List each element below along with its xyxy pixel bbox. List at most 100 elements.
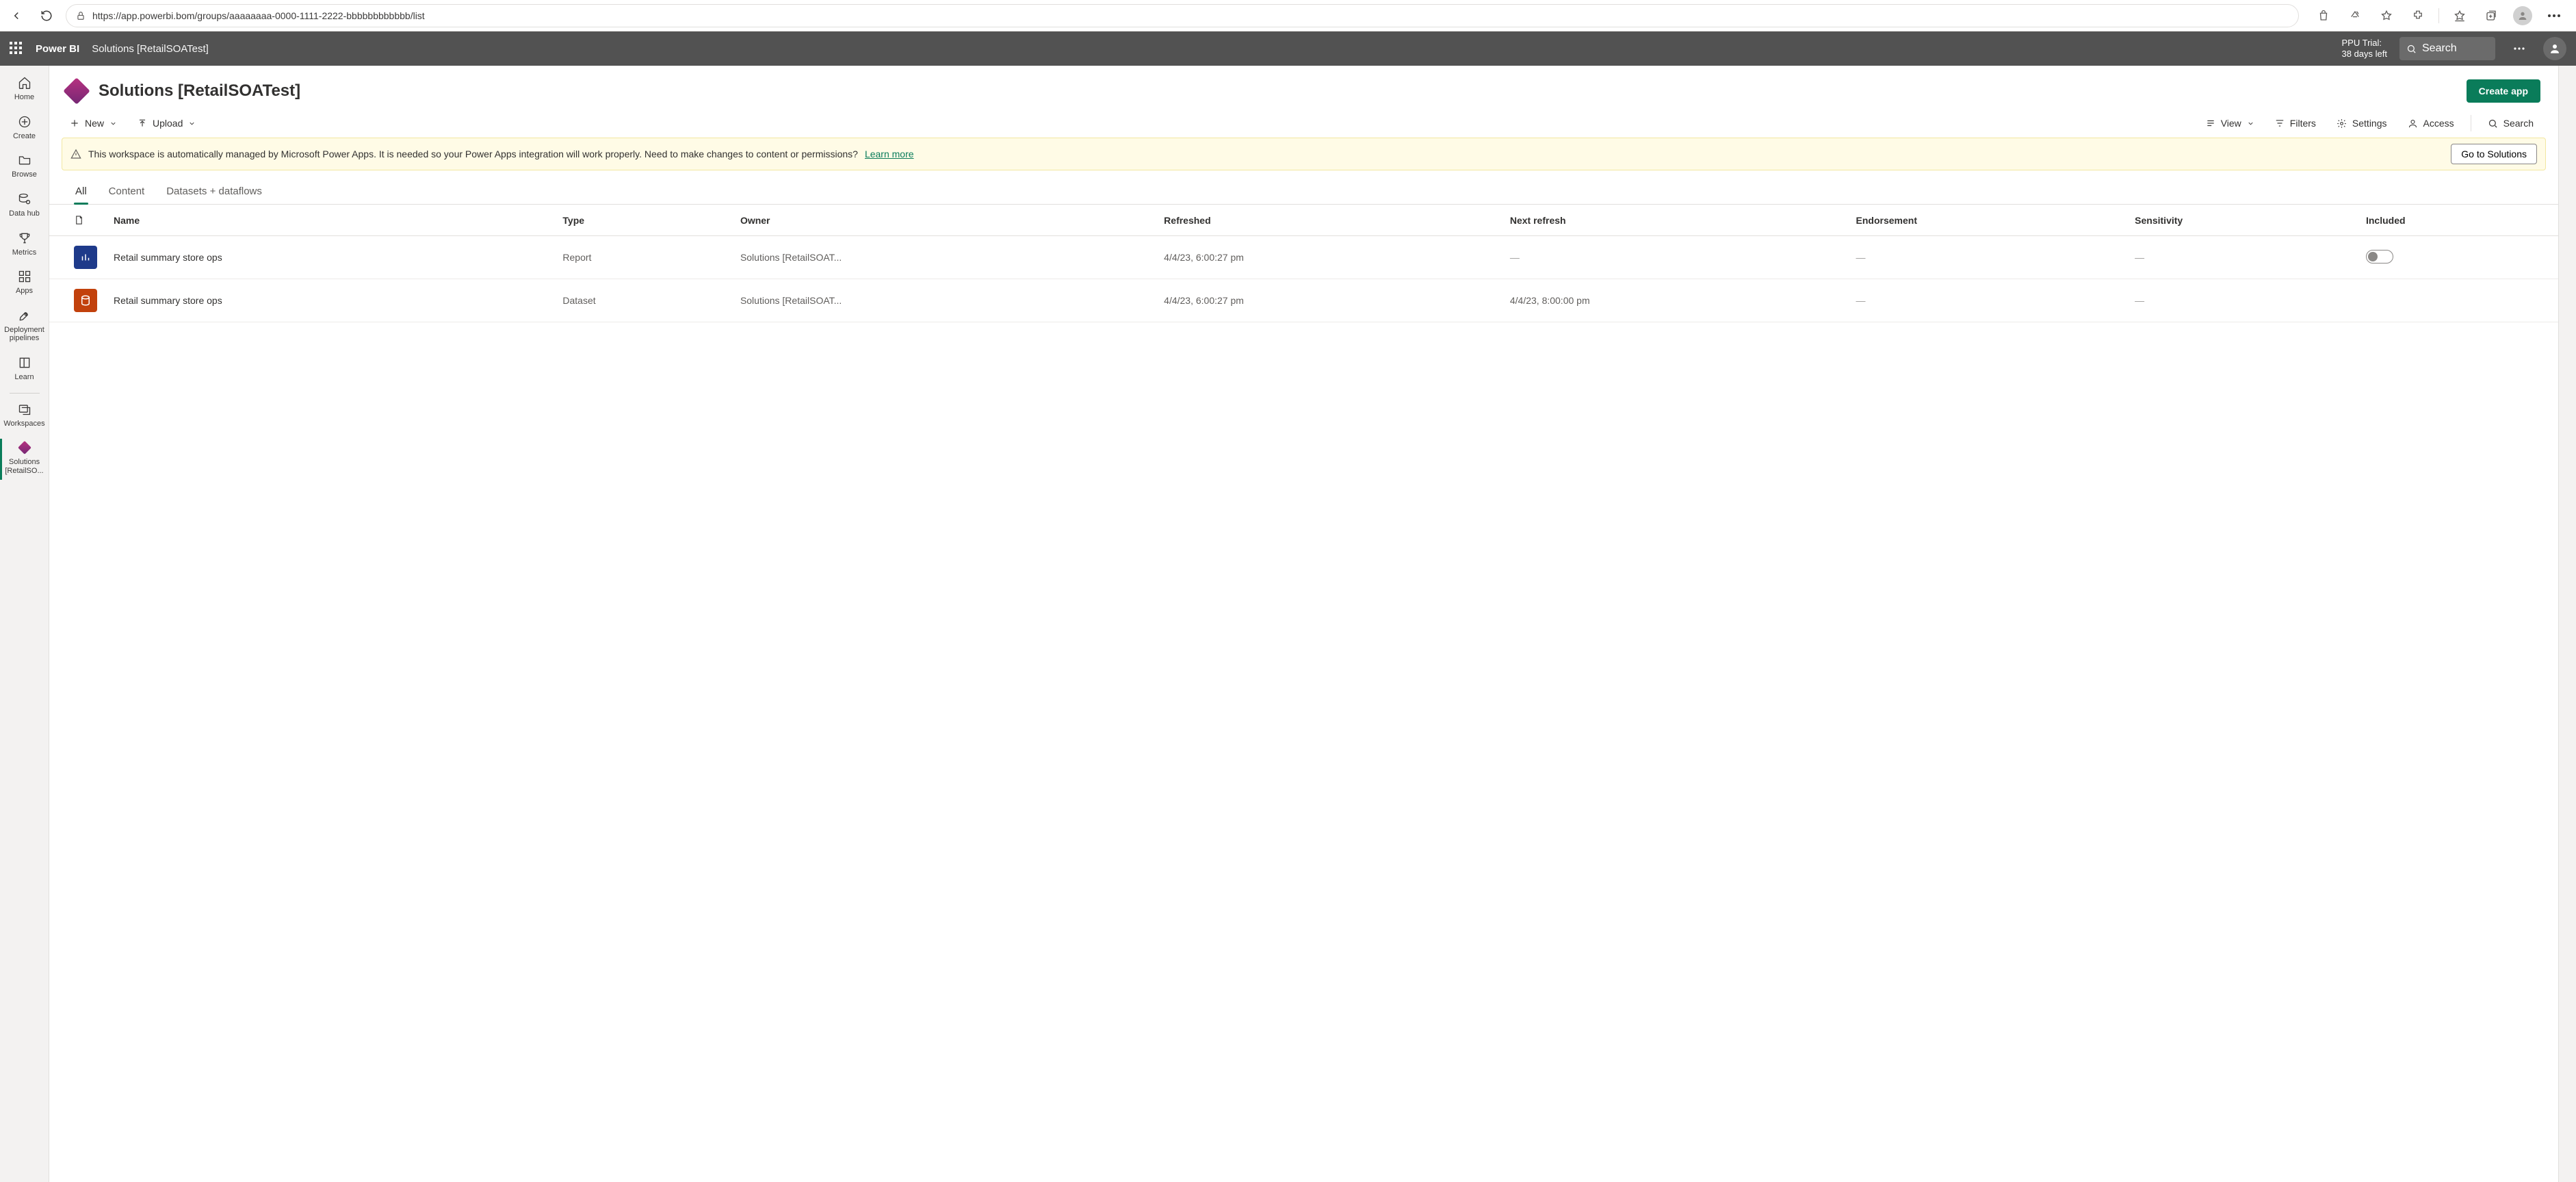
col-owner[interactable]: Owner xyxy=(732,205,1156,236)
col-included[interactable]: Included xyxy=(2358,205,2558,236)
col-name[interactable]: Name xyxy=(105,205,554,236)
tab-all[interactable]: All xyxy=(74,180,88,204)
chevron-down-icon xyxy=(188,120,196,127)
trophy-icon xyxy=(18,231,31,245)
header-more-button[interactable] xyxy=(2508,37,2531,60)
cell-next: — xyxy=(1502,236,1848,279)
cell-type: Dataset xyxy=(554,279,732,322)
col-icon[interactable] xyxy=(49,205,105,236)
profile-icon[interactable] xyxy=(2512,5,2534,27)
database-icon xyxy=(18,192,31,206)
collections-icon[interactable] xyxy=(2480,5,2502,27)
view-button[interactable]: View xyxy=(2199,114,2261,133)
cell-refreshed: 4/4/23, 6:00:27 pm xyxy=(1156,236,1502,279)
extensions-icon[interactable] xyxy=(2407,5,2429,27)
cell-sensitivity: — xyxy=(2126,279,2358,322)
tab-bar: All Content Datasets + dataflows xyxy=(49,170,2558,205)
nav-data-hub[interactable]: Data hub xyxy=(0,188,49,225)
brand-label: Power BI xyxy=(36,43,79,55)
content-table: Name Type Owner Refreshed Next refresh E… xyxy=(49,205,2558,322)
workspace-diamond-icon xyxy=(18,441,31,455)
cell-included xyxy=(2358,236,2558,279)
nav-browse[interactable]: Browse xyxy=(0,149,49,186)
cell-type: Report xyxy=(554,236,732,279)
included-toggle[interactable] xyxy=(2366,250,2393,264)
filter-icon xyxy=(2275,118,2285,128)
chevron-down-icon xyxy=(109,120,117,127)
favorites-bar-icon[interactable] xyxy=(2449,5,2471,27)
user-avatar[interactable] xyxy=(2543,37,2566,60)
chevron-down-icon xyxy=(2247,120,2254,127)
col-next-refresh[interactable]: Next refresh xyxy=(1502,205,1848,236)
main-content: Solutions [RetailSOATest] Create app New… xyxy=(49,66,2558,1182)
tab-content[interactable]: Content xyxy=(107,180,146,204)
list-search-button[interactable]: Search xyxy=(2481,114,2540,133)
nav-workspaces[interactable]: Workspaces xyxy=(0,398,49,435)
nav-learn[interactable]: Learn xyxy=(0,351,49,389)
shopping-icon[interactable] xyxy=(2313,5,2334,27)
settings-button[interactable]: Settings xyxy=(2330,114,2394,133)
tab-datasets[interactable]: Datasets + dataflows xyxy=(165,180,263,204)
cell-next: 4/4/23, 8:00:00 pm xyxy=(1502,279,1848,322)
more-icon[interactable] xyxy=(2543,5,2565,27)
folder-icon xyxy=(18,153,31,167)
cell-endorsement: — xyxy=(1848,279,2127,322)
cell-name: Retail summary store ops xyxy=(105,236,554,279)
table-header-row: Name Type Owner Refreshed Next refresh E… xyxy=(49,205,2558,236)
upload-icon xyxy=(138,118,147,128)
cell-name: Retail summary store ops xyxy=(105,279,554,322)
edge-sidebar xyxy=(2558,66,2576,1182)
dataset-icon xyxy=(74,289,97,312)
left-nav: Home Create Browse Data hub Metrics Apps… xyxy=(0,66,49,1182)
file-icon xyxy=(74,214,84,226)
address-bar[interactable]: https://app.powerbi.bom/groups/aaaaaaaa-… xyxy=(66,4,2299,27)
filters-button[interactable]: Filters xyxy=(2268,114,2323,133)
upload-button[interactable]: Upload xyxy=(131,114,203,133)
access-button[interactable]: Access xyxy=(2401,114,2461,133)
nav-pipelines[interactable]: Deployment pipelines xyxy=(0,304,49,350)
report-icon xyxy=(74,246,97,269)
col-sensitivity[interactable]: Sensitivity xyxy=(2126,205,2358,236)
nav-active-workspace[interactable]: Solutions [RetailSO... xyxy=(0,436,49,482)
table-row[interactable]: Retail summary store opsReportSolutions … xyxy=(49,236,2558,279)
lock-icon xyxy=(76,11,86,21)
info-banner: This workspace is automatically managed … xyxy=(62,138,2546,170)
cell-sensitivity: — xyxy=(2126,236,2358,279)
book-icon xyxy=(18,356,31,370)
col-refreshed[interactable]: Refreshed xyxy=(1156,205,1502,236)
refresh-button[interactable] xyxy=(36,5,57,27)
cell-owner: Solutions [RetailSOAT... xyxy=(732,279,1156,322)
nav-home[interactable]: Home xyxy=(0,71,49,109)
plus-circle-icon xyxy=(18,115,31,129)
back-button[interactable] xyxy=(5,5,27,27)
breadcrumb[interactable]: Solutions [RetailSOATest] xyxy=(92,43,209,55)
workspace-diamond-icon xyxy=(63,77,90,105)
col-endorsement[interactable]: Endorsement xyxy=(1848,205,2127,236)
nav-apps[interactable]: Apps xyxy=(0,265,49,303)
browser-toolbar: https://app.powerbi.bom/groups/aaaaaaaa-… xyxy=(0,0,2576,31)
table-row[interactable]: Retail summary store opsDatasetSolutions… xyxy=(49,279,2558,322)
favorite-icon[interactable] xyxy=(2376,5,2397,27)
search-icon xyxy=(2488,118,2498,129)
banner-text: This workspace is automatically managed … xyxy=(88,149,858,159)
app-launcher-icon[interactable] xyxy=(10,42,23,55)
learn-more-link[interactable]: Learn more xyxy=(865,149,914,159)
home-icon xyxy=(18,76,31,90)
global-search-input[interactable]: Search xyxy=(2399,37,2495,60)
cell-refreshed: 4/4/23, 6:00:27 pm xyxy=(1156,279,1502,322)
apps-icon xyxy=(18,270,31,283)
col-type[interactable]: Type xyxy=(554,205,732,236)
cell-included xyxy=(2358,279,2558,322)
go-to-solutions-button[interactable]: Go to Solutions xyxy=(2451,144,2537,164)
person-icon xyxy=(2408,118,2418,129)
read-aloud-icon[interactable] xyxy=(2344,5,2366,27)
nav-create[interactable]: Create xyxy=(0,110,49,148)
new-button[interactable]: New xyxy=(63,114,124,133)
command-bar: New Upload View Filters Settings xyxy=(49,110,2558,138)
rocket-icon xyxy=(18,309,31,322)
create-app-button[interactable]: Create app xyxy=(2467,79,2540,103)
cell-endorsement: — xyxy=(1848,236,2127,279)
nav-metrics[interactable]: Metrics xyxy=(0,227,49,264)
url-text: https://app.powerbi.bom/groups/aaaaaaaa-… xyxy=(92,10,2289,21)
page-title: Solutions [RetailSOATest] xyxy=(99,81,300,101)
